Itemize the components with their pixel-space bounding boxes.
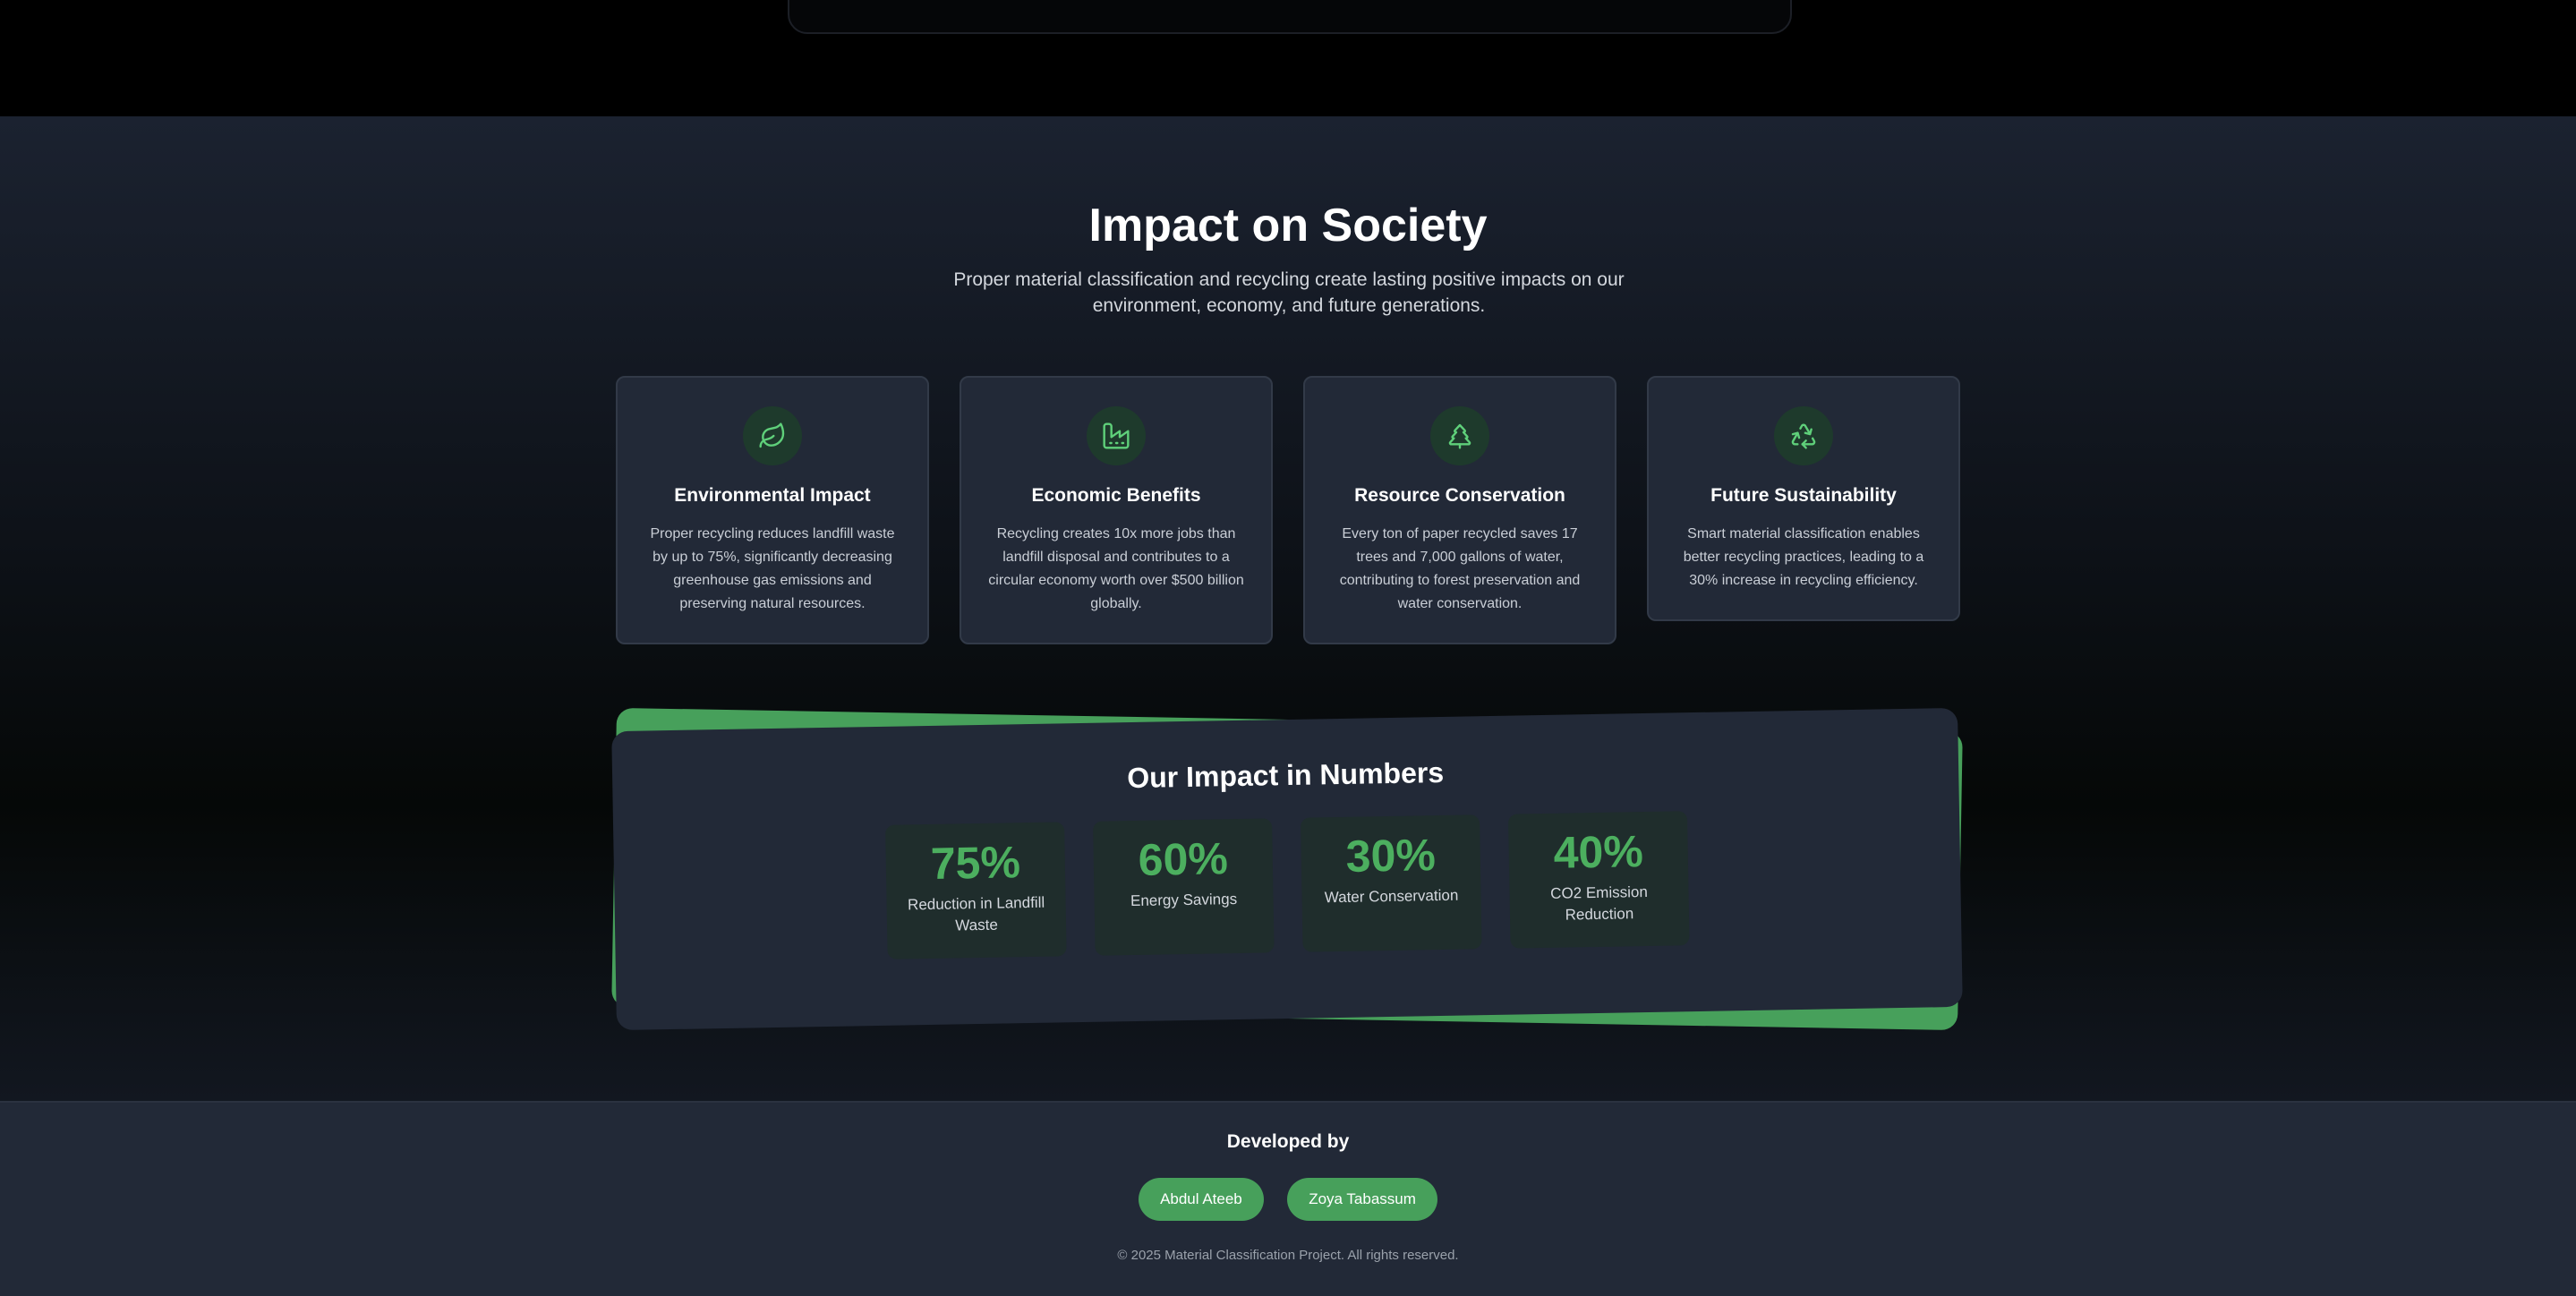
card-resource-conservation: Resource Conservation Every ton of paper… bbox=[1303, 376, 1616, 644]
card-text: Recycling creates 10x more jobs than lan… bbox=[988, 526, 1244, 611]
stat-card-co2: 40% CO2 Emission Reduction bbox=[1507, 811, 1690, 949]
card-title: Economic Benefits bbox=[1031, 485, 1201, 506]
tree-icon bbox=[1430, 406, 1489, 465]
stat-value: 40% bbox=[1553, 826, 1644, 878]
impact-numbers-section: Our Impact in Numbers 75% Reduction in L… bbox=[611, 707, 1963, 1031]
developer-list: Abdul Ateeb Zoya Tabassum bbox=[0, 1178, 2576, 1221]
stat-label: Water Conservation bbox=[1324, 886, 1459, 907]
card-title: Environmental Impact bbox=[674, 485, 871, 506]
factory-icon bbox=[1087, 406, 1146, 465]
stat-label: Energy Savings bbox=[1130, 890, 1238, 910]
stat-value: 60% bbox=[1138, 833, 1229, 885]
leaf-icon bbox=[743, 406, 802, 465]
footer: Developed by Abdul Ateeb Zoya Tabassum ©… bbox=[0, 1101, 2576, 1296]
recycle-icon bbox=[1774, 406, 1833, 465]
stat-value: 30% bbox=[1345, 830, 1437, 882]
top-section bbox=[0, 0, 2576, 116]
stat-card-energy: 60% Energy Savings bbox=[1093, 818, 1275, 956]
stat-card-landfill: 75% Reduction in Landfill Waste bbox=[885, 822, 1067, 959]
developed-by-heading: Developed by bbox=[1226, 1131, 1350, 1152]
stat-label: CO2 Emission Reduction bbox=[1550, 882, 1648, 924]
impact-numbers-panel: Our Impact in Numbers 75% Reduction in L… bbox=[611, 707, 1963, 1031]
stat-value: 75% bbox=[930, 837, 1021, 889]
impact-description: Proper material classification and recyc… bbox=[953, 269, 1625, 316]
card-text: Smart material classification enables be… bbox=[1683, 526, 1924, 588]
card-title: Resource Conservation bbox=[1354, 485, 1565, 506]
card-economic-benefits: Economic Benefits Recycling creates 10x … bbox=[960, 376, 1273, 644]
impact-section: Impact on Society Proper material classi… bbox=[0, 116, 2576, 1101]
card-text: Every ton of paper recycled saves 17 tre… bbox=[1339, 526, 1581, 611]
developer-button-zoya-tabassum[interactable]: Zoya Tabassum bbox=[1287, 1178, 1437, 1221]
previous-section-card bbox=[788, 0, 1792, 34]
card-environmental-impact: Environmental Impact Proper recycling re… bbox=[616, 376, 929, 644]
numbers-title: Our Impact in Numbers bbox=[1126, 755, 1445, 795]
impact-title: Impact on Society bbox=[1088, 200, 1488, 252]
card-future-sustainability: Future Sustainability Smart material cla… bbox=[1647, 376, 1960, 621]
copyright-text: © 2025 Material Classification Project. … bbox=[1117, 1248, 1459, 1263]
stat-label: Reduction in Landfill Waste bbox=[907, 893, 1045, 934]
card-text: Proper recycling reduces landfill waste … bbox=[650, 526, 895, 611]
card-title: Future Sustainability bbox=[1710, 485, 1897, 506]
developer-button-abdul-ateeb[interactable]: Abdul Ateeb bbox=[1139, 1178, 1264, 1221]
stat-card-water: 30% Water Conservation bbox=[1301, 814, 1482, 952]
